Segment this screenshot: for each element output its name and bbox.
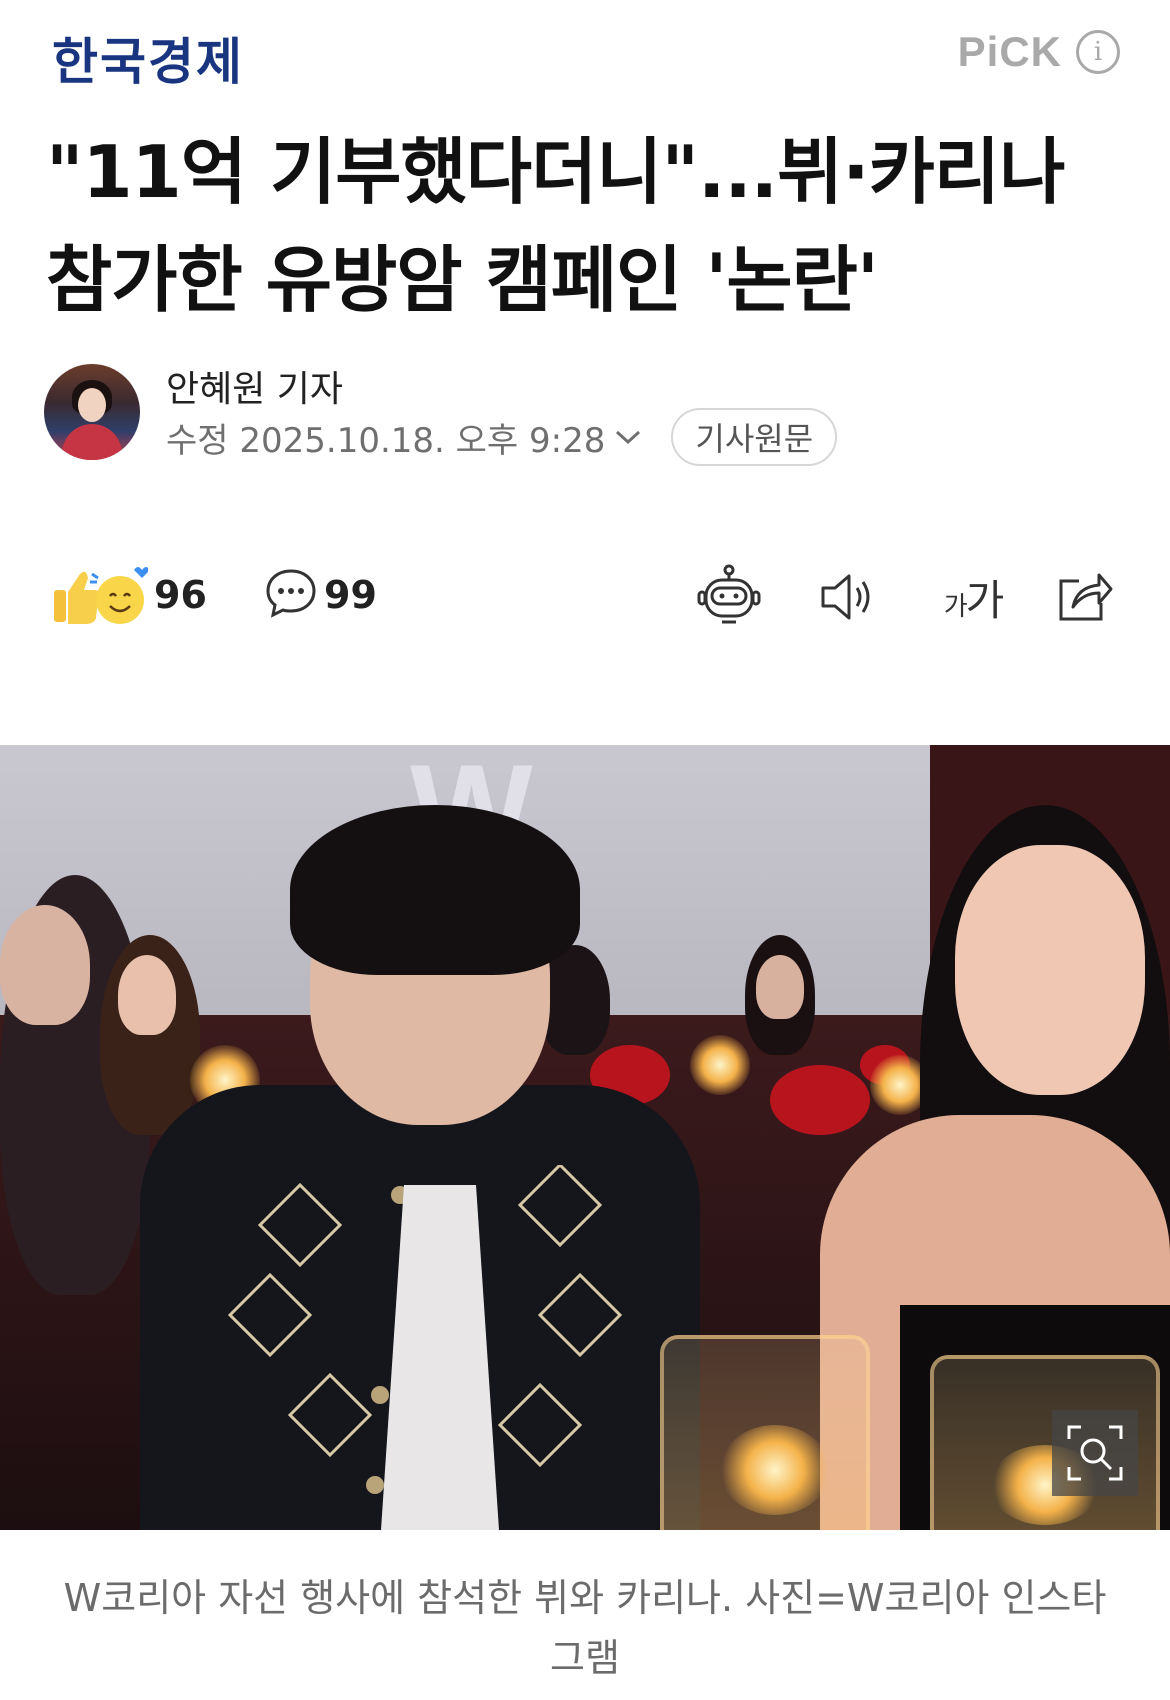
font-size-large-label: 가 — [965, 575, 1005, 625]
comment-icon — [264, 566, 318, 624]
article-header: 한국경제 PiCK i — [0, 0, 1170, 110]
share-icon[interactable] — [1052, 564, 1118, 630]
reporter-avatar[interactable] — [44, 364, 140, 460]
article-headline: "11억 기부했다더니"...뷔·카리나 참가한 유방암 캠페인 '논란' — [46, 118, 1126, 334]
article-date: 수정 2025.10.18. 오후 9:28 — [166, 420, 606, 461]
image-zoom-button[interactable] — [1052, 1410, 1138, 1496]
article-actions: 96 99 가가 — [48, 560, 1128, 630]
article-photo[interactable]: W — [0, 745, 1170, 1530]
comment-count: 99 — [324, 573, 377, 617]
reaction-emoji-icon — [48, 560, 150, 630]
speaker-icon[interactable] — [814, 564, 880, 630]
robot-summary-icon[interactable] — [696, 564, 762, 630]
reaction-button[interactable]: 96 — [48, 560, 207, 630]
comment-button[interactable]: 99 — [264, 560, 377, 630]
pick-label: PiCK — [957, 28, 1062, 75]
chevron-down-icon[interactable] — [611, 420, 645, 454]
like-count: 96 — [154, 573, 207, 617]
reporter-name[interactable]: 안혜원 기자 — [166, 360, 343, 412]
font-size-icon[interactable]: 가가 — [928, 564, 1018, 630]
font-size-small-label: 가 — [943, 591, 968, 622]
headline-line-1: "11억 기부했다더니"...뷔·카리나 — [46, 130, 1065, 214]
press-logo[interactable]: 한국경제 — [52, 22, 244, 94]
zoom-icon — [1067, 1425, 1123, 1481]
byline: 안혜원 기자 수정 2025.10.18. 오후 9:28 기사원문 — [44, 360, 1124, 470]
photo-caption: W코리아 자선 행사에 참석한 뷔와 카리나. 사진=W코리아 인스타그램 — [63, 1576, 1107, 1680]
info-icon[interactable]: i — [1076, 30, 1120, 74]
article-meta: 수정 2025.10.18. 오후 9:28 기사원문 — [166, 408, 838, 466]
headline-line-2: 참가한 유방암 캠페인 '논란' — [46, 238, 879, 322]
original-article-button[interactable]: 기사원문 — [671, 408, 838, 466]
pick-badge[interactable]: PiCK i — [958, 28, 1120, 76]
